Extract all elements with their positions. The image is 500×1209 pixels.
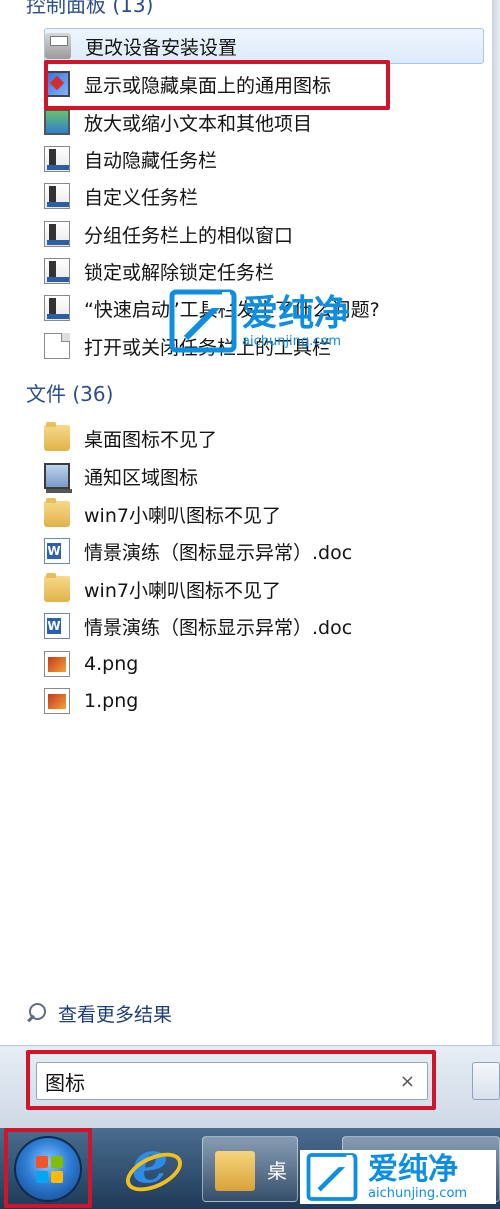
windows-logo-icon [36,1156,64,1184]
search-input[interactable] [45,1069,385,1093]
result-file-item[interactable]: 4.png [44,646,484,682]
result-item-label: 自动隐藏任务栏 [84,149,218,172]
result-file-item[interactable]: 通知区域图标 [44,458,484,494]
control-panel-section-header: 控制面板 (13) [26,0,154,17]
result-file-item[interactable]: 情景演练（图标显示异常）.doc [44,533,484,569]
result-item-label: 更改设备安装设置 [85,36,238,59]
result-item-label: 分组任务栏上的相似窗口 [84,224,294,247]
see-more-results-label: 查看更多结果 [58,1003,173,1026]
result-item-customize-taskbar[interactable]: 自定义任务栏 [44,178,484,214]
internet-explorer-icon[interactable] [122,1134,178,1198]
taskbar-button-label: 桌 [267,1159,287,1183]
see-more-results-link[interactable]: 查看更多结果 [24,998,172,1028]
image-file-icon [44,651,70,677]
result-item-label: 锁定或解除锁定任务栏 [84,261,275,284]
clear-search-icon[interactable]: × [400,1071,415,1092]
image-file-icon [44,688,70,714]
search-icon [24,1000,50,1026]
result-file-item[interactable]: 桌面图标不见了 [44,420,484,456]
result-item-label: “快速启动”工具栏发生了什么问题? [84,298,380,321]
taskbar-app-button[interactable] [342,1136,500,1202]
taskbar-icon [44,183,70,209]
result-item-auto-hide-taskbar[interactable]: 自动隐藏任务栏 [44,141,484,177]
printer-icon [45,33,71,59]
result-item-label: win7小喇叭图标不见了 [84,579,281,602]
result-file-item[interactable]: 情景演练（图标显示异常）.doc [44,608,484,644]
monitor-icon [44,71,70,97]
shutdown-button[interactable] [472,1062,500,1100]
result-item-lock-taskbar[interactable]: 锁定或解除锁定任务栏 [44,253,484,289]
folder-icon [44,422,70,451]
taskbar-explorer-button[interactable]: 桌 [202,1136,298,1202]
result-file-item[interactable]: 1.png [44,683,484,719]
result-item-zoom-text[interactable]: 放大或缩小文本和其他项目 [44,104,484,140]
result-item-label: 桌面图标不见了 [84,428,218,451]
display-icon [44,109,70,135]
document-icon [44,333,70,359]
folder-icon [44,573,70,602]
result-item-label: 4.png [84,653,139,675]
result-item-label: win7小喇叭图标不见了 [84,504,281,527]
search-box[interactable]: × [36,1062,428,1100]
result-file-item[interactable]: win7小喇叭图标不见了 [44,571,484,607]
taskbar-icon [44,295,70,321]
files-section-header: 文件 (36) [26,382,114,406]
result-item-label: 放大或缩小文本和其他项目 [84,112,313,135]
result-item-show-hide-desktop-icons[interactable]: 显示或隐藏桌面上的通用图标 [44,66,484,102]
notification-area-icon [44,463,72,493]
result-item-label: 通知区域图标 [84,466,199,489]
result-item-quick-launch[interactable]: “快速启动”工具栏发生了什么问题? [44,290,484,326]
word-document-icon [44,538,70,564]
result-item-label: 打开或关闭任务栏上的工具栏 [84,336,332,359]
menu-right-edge [492,0,500,1128]
result-item-label: 情景演练（图标显示异常）.doc [84,616,353,639]
folder-icon [44,498,70,527]
result-file-item[interactable]: win7小喇叭图标不见了 [44,496,484,532]
start-button[interactable] [14,1136,82,1202]
result-item-label: 显示或隐藏桌面上的通用图标 [84,74,332,97]
start-menu-search-results: 控制面板 (13) 更改设备安装设置 显示或隐藏桌面上的通用图标 放大或缩小文本… [0,0,500,1128]
word-document-icon [44,613,70,639]
taskbar-icon [44,221,70,247]
result-item-label: 自定义任务栏 [84,186,199,209]
taskbar-icon [44,258,70,284]
result-item-label: 情景演练（图标显示异常）.doc [84,541,353,564]
result-item-change-device-settings[interactable]: 更改设备安装设置 [44,28,484,64]
result-item-group-similar-windows[interactable]: 分组任务栏上的相似窗口 [44,216,484,252]
folder-icon [215,1151,255,1191]
result-item-label: 1.png [84,690,139,712]
taskbar-icon [44,146,70,172]
result-item-toolbars-on-taskbar[interactable]: 打开或关闭任务栏上的工具栏 [44,328,484,364]
